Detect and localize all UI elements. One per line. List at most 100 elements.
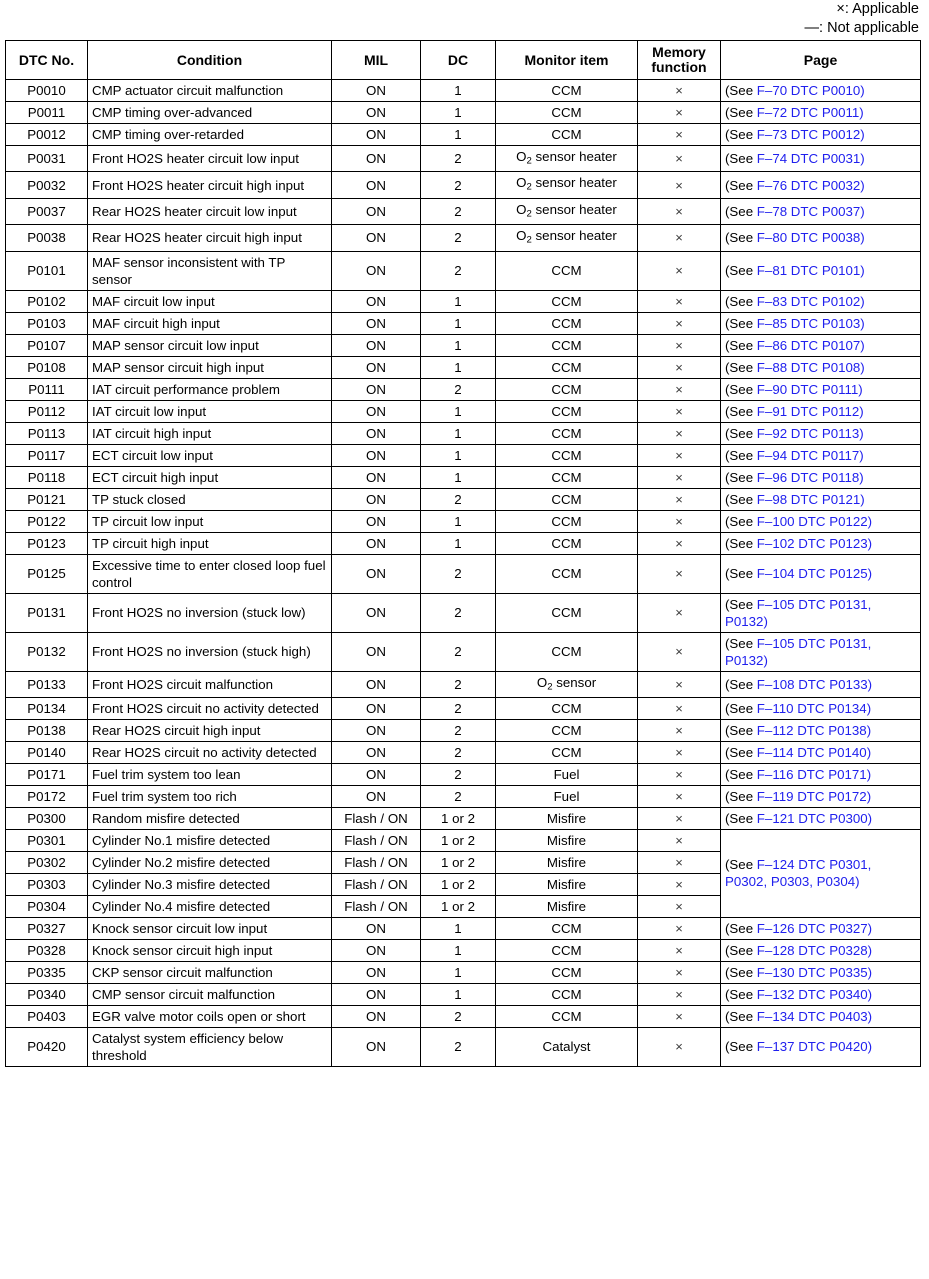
dtc-number-cell: P0103 [5,311,88,335]
monitor-item-cell: CCM [495,916,638,940]
table-row: P0132 Front HO2S no inversion (stuck high… [5,631,921,672]
monitor-item-text: CCM [551,1008,582,1024]
dtc-number-cell: P0171 [5,762,88,786]
table-row: P0103 MAF circuit high input ON 1 CCM × (See F… [5,311,921,335]
page-reference-link[interactable]: F–137 DTC P0420 [757,1039,868,1054]
page-reference-link[interactable]: F–119 DTC P0172 [757,789,867,804]
page-reference-cell: (See F–119 DTC P0172) [720,784,921,808]
page-reference-link[interactable]: F–94 DTC P0117 [757,448,860,463]
page-reference-link[interactable]: F–104 DTC P0125 [757,566,868,581]
page-reference-link[interactable]: F–78 DTC P0037 [757,204,860,219]
page-reference-link[interactable]: F–96 DTC P0118 [757,470,860,485]
page-reference-link[interactable]: F–88 DTC P0108 [757,360,860,375]
dtc-number-cell: P0133 [5,670,88,698]
drive-cycle-cell: 1 or 2 [420,806,496,830]
table-row: P0117 ECT circuit low input ON 1 CCM × (See F–… [5,443,921,467]
page-reference-cell: (See F–80 DTC P0038) [720,224,921,252]
drive-cycle-cell: 2 [420,250,496,291]
page-reference-cell: (See F–85 DTC P0103) [720,311,921,335]
memory-function-cell: × [637,171,721,199]
page-reference-link[interactable]: F–102 DTC P0123 [757,536,868,551]
page-reference-link[interactable]: F–134 DTC P0403 [757,1009,868,1024]
page-reference-link[interactable]: F–98 DTC P0121 [757,492,860,507]
page-prefix: (See [725,986,757,1002]
page-reference-link[interactable]: F–70 DTC P0010 [757,83,860,98]
monitor-item-cell: CCM [495,960,638,984]
page-reference-link[interactable]: F–76 DTC P0032 [757,178,860,193]
page-suffix: ) [860,127,865,142]
drive-cycle-cell: 2 [420,224,496,252]
condition-cell: MAF sensor inconsistent with TP sensor [87,250,332,291]
mil-cell: ON [331,101,421,124]
page-suffix: ) [859,425,864,441]
page-reference-cell: (See F–78 DTC P0037) [720,197,921,226]
page-reference-link[interactable]: F–100 DTC P0122 [757,514,868,529]
condition-cell: EGR valve motor coils open or short [87,1004,332,1028]
page-reference-cell: (See F–102 DTC P0123) [720,531,921,555]
mil-cell: ON [331,718,421,742]
memory-function-cell: × [637,123,721,146]
dtc-number-cell: P0121 [5,487,88,511]
monitor-item-text: Fuel [553,788,580,804]
page-reference-link[interactable]: F–73 DTC P0012 [757,127,860,142]
page-reference-link[interactable]: F–114 DTC P0140 [757,745,867,760]
table-row: P0113 IAT circuit high input ON 1 CCM × (See F… [5,421,921,445]
monitor-item-text: CCM [551,513,582,529]
page-reference-link[interactable]: F–83 DTC P0102 [757,294,860,309]
page-prefix: (See [725,920,757,936]
mil-cell: ON [331,123,421,146]
table-header-row: DTC No. Condition MIL DC Monitor item Me… [5,40,921,80]
dtc-number-cell: P0037 [5,197,88,226]
monitor-item-text: CCM [551,381,582,397]
drive-cycle-cell: 2 [420,1026,496,1067]
column-header-dtc-no: DTC No. [5,40,88,80]
monitor-item-text: CCM [551,644,582,660]
drive-cycle-cell: 1 or 2 [420,828,496,852]
monitor-item-cell: CCM [495,718,638,742]
drive-cycle-cell: 1 [420,333,496,357]
page-reference-link[interactable]: F–128 DTC P0328 [757,943,868,958]
dtc-number-cell: P0117 [5,443,88,467]
page-reference-link[interactable]: F–86 DTC P0107 [757,338,860,353]
page-reference-link[interactable]: F–132 DTC P0340 [757,987,868,1002]
page-prefix: (See [725,964,757,980]
page-reference-link[interactable]: F–81 DTC P0101 [757,263,860,278]
legend: ×: Applicable —: Not applicable [805,0,919,38]
memory-function-cell: × [637,960,721,984]
monitor-item-text: O2 sensor heater [516,175,617,193]
page-reference-link[interactable]: F–126 DTC P0327 [757,921,868,936]
page-reference-link[interactable]: F–108 DTC P0133 [757,677,868,692]
memory-function-cell: × [637,224,721,252]
mil-cell: ON [331,421,421,445]
page-reference-link[interactable]: F–121 DTC P0300 [757,811,868,826]
page-reference-cell: (See F–92 DTC P0113) [720,421,921,445]
page-reference-link[interactable]: F–80 DTC P0038 [757,230,860,245]
monitor-item-cell: O2 sensor heater [495,197,638,226]
page-reference-cell: (See F–76 DTC P0032) [720,171,921,199]
page-reference-link[interactable]: F–116 DTC P0171 [757,767,867,782]
page-reference-link[interactable]: F–92 DTC P0113 [757,426,860,441]
page-suffix: ) [859,447,864,463]
monitor-item-cell: CCM [495,465,638,489]
memory-function-cell: × [637,1004,721,1028]
page-suffix: ) [860,263,865,279]
page-suffix: ) [867,986,873,1002]
page-reference-link[interactable]: F–90 DTC P0111 [757,382,859,397]
table-row: P0031 Front HO2S heater circuit low input… [5,144,921,173]
monitor-item-text: O2 sensor [536,674,597,692]
page-suffix: ) [866,766,872,782]
page-suffix: ) [867,513,873,529]
page-suffix: ) [859,105,864,120]
monitor-item-cell: Misfire [495,828,638,852]
page-reference-link[interactable]: F–72 DTC P0011 [757,105,860,120]
page-reference-link[interactable]: F–112 DTC P0138 [757,723,867,738]
page-reference-link[interactable]: F–130 DTC P0335 [757,965,868,980]
page-prefix: (See [725,127,757,142]
page-reference-cell: (See F–104 DTC P0125) [720,553,921,594]
page-reference-link[interactable]: F–85 DTC P0103 [757,316,860,331]
page-reference-link[interactable]: F–74 DTC P0031 [757,151,860,166]
mil-cell: Flash / ON [331,872,421,896]
page-reference-link[interactable]: F–110 DTC P0134 [757,701,867,716]
page-prefix: (See [725,469,757,485]
page-reference-link[interactable]: F–91 DTC P0112 [757,404,860,419]
